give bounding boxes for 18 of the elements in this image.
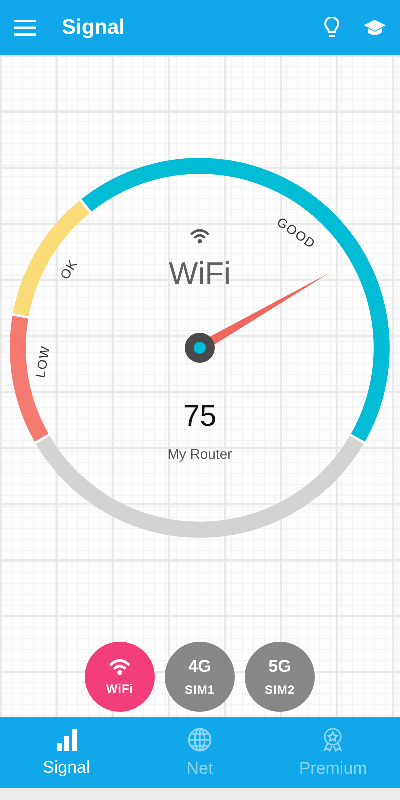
mode-button[interactable]: 5G SIM2 [245,642,315,712]
menu-icon[interactable] [14,20,36,36]
lightbulb-icon[interactable] [324,16,340,38]
wifi-icon [109,658,131,676]
mode-button[interactable]: 4G SIM1 [165,642,235,712]
wifi-icon [192,230,208,244]
zone-label: LOW [32,344,54,380]
graduation-cap-icon[interactable] [364,18,386,36]
signal-value: 75 [183,400,217,433]
network-name: My Router [168,446,232,462]
gauge-title: WiFi [169,256,231,291]
award-icon [321,726,346,752]
nav-tab[interactable]: Signal [0,717,134,788]
globe-icon [186,726,213,752]
mode-button[interactable]: WiFi [85,642,155,712]
app-title: Signal [62,16,126,40]
zone-label: OK [57,256,81,282]
signal-bars-icon [54,728,79,752]
